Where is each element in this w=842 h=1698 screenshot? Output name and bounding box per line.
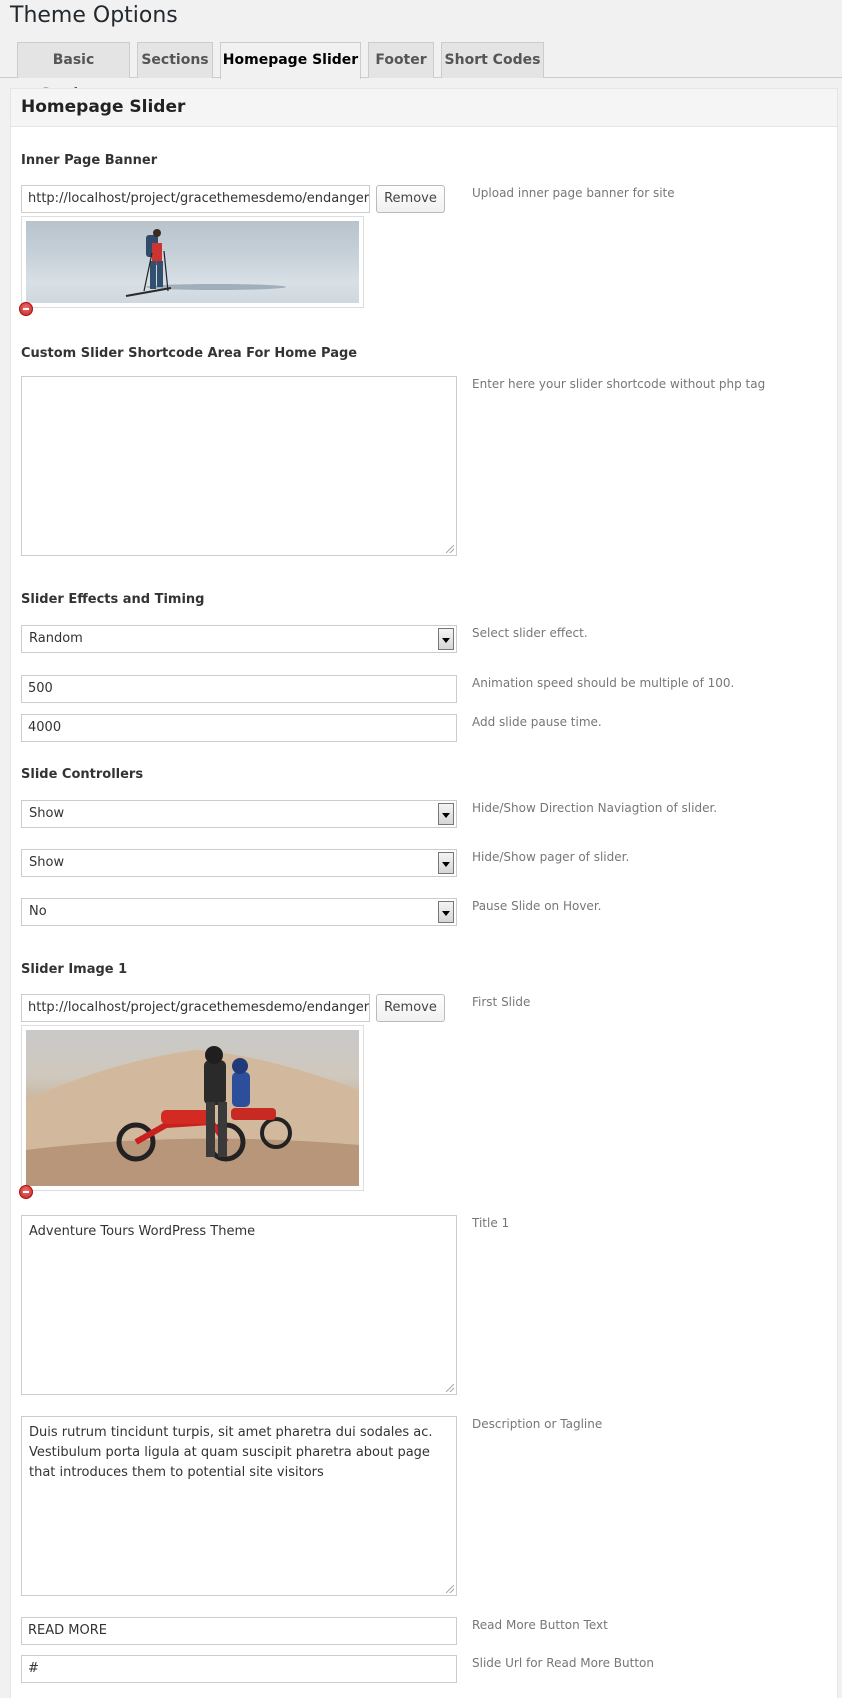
options-panel: Homepage Slider Inner Page Banner http:/… bbox=[10, 88, 838, 1698]
pause-hover-select[interactable]: No bbox=[21, 898, 457, 926]
dirt-bike-image bbox=[26, 1030, 359, 1186]
inner-banner-delete-icon[interactable] bbox=[19, 302, 33, 316]
controllers-heading: Slide Controllers bbox=[21, 767, 144, 782]
direction-nav-desc: Hide/Show Direction Naviagtion of slider… bbox=[472, 801, 718, 815]
slide1-url-input[interactable]: http://localhost/project/gracethemesdemo… bbox=[21, 994, 370, 1022]
resize-handle[interactable] bbox=[446, 1585, 454, 1593]
panel-header: Homepage Slider bbox=[11, 89, 837, 127]
slider-effect-desc: Select slider effect. bbox=[472, 626, 588, 640]
chevron-down-icon bbox=[438, 852, 454, 874]
custom-slider-desc: Enter here your slider shortcode without… bbox=[472, 377, 766, 391]
custom-slider-heading: Custom Slider Shortcode Area For Home Pa… bbox=[21, 346, 358, 361]
slide1-description-text: Duis rutrum tincidunt turpis, sit amet p… bbox=[29, 1425, 433, 1480]
pause-time-desc: Add slide pause time. bbox=[472, 715, 602, 729]
slide1-delete-icon[interactable] bbox=[19, 1185, 33, 1199]
inner-banner-remove-button[interactable]: Remove bbox=[376, 185, 445, 213]
slide1-remove-button[interactable]: Remove bbox=[376, 994, 445, 1022]
slide1-description-textarea[interactable]: Duis rutrum tincidunt turpis, sit amet p… bbox=[21, 1416, 457, 1596]
chevron-down-icon bbox=[438, 628, 454, 650]
pause-time-input[interactable]: 4000 bbox=[21, 714, 457, 742]
slide1-title-desc: Title 1 bbox=[472, 1216, 510, 1230]
inner-banner-heading: Inner Page Banner bbox=[21, 153, 158, 168]
direction-nav-value: Show bbox=[29, 806, 65, 821]
read-more-url-desc: Slide Url for Read More Button bbox=[472, 1656, 655, 1670]
inner-banner-url-input[interactable]: http://localhost/project/gracethemesdemo… bbox=[21, 185, 370, 213]
pager-value: Show bbox=[29, 855, 65, 870]
slide1-desc: First Slide bbox=[472, 995, 531, 1009]
tab-short-codes[interactable]: Short Codes bbox=[441, 42, 544, 78]
slide1-title-textarea[interactable]: Adventure Tours WordPress Theme bbox=[21, 1215, 457, 1395]
slider-effect-value: Random bbox=[29, 631, 83, 646]
pause-hover-value: No bbox=[29, 904, 47, 919]
tab-homepage-slider[interactable]: Homepage Slider bbox=[220, 42, 361, 79]
pager-desc: Hide/Show pager of slider. bbox=[472, 850, 630, 864]
read-more-text-desc: Read More Button Text bbox=[472, 1618, 608, 1632]
tab-sections[interactable]: Sections bbox=[137, 42, 213, 78]
skier-image bbox=[26, 221, 359, 303]
slide1-thumbnail bbox=[21, 1025, 364, 1191]
pager-select[interactable]: Show bbox=[21, 849, 457, 877]
read-more-url-input[interactable]: # bbox=[21, 1655, 457, 1683]
inner-banner-thumbnail bbox=[21, 216, 364, 308]
direction-nav-select[interactable]: Show bbox=[21, 800, 457, 828]
slide1-heading: Slider Image 1 bbox=[21, 962, 128, 977]
resize-handle[interactable] bbox=[446, 1384, 454, 1392]
chevron-down-icon bbox=[438, 901, 454, 923]
slider-effect-select[interactable]: Random bbox=[21, 625, 457, 653]
tab-basic-settings[interactable]: Basic Settings bbox=[17, 42, 130, 102]
chevron-down-icon bbox=[438, 803, 454, 825]
read-more-text-input[interactable]: READ MORE bbox=[21, 1617, 457, 1645]
slide1-description-desc: Description or Tagline bbox=[472, 1417, 603, 1431]
resize-handle[interactable] bbox=[446, 545, 454, 553]
effects-heading: Slider Effects and Timing bbox=[21, 592, 205, 607]
pause-hover-desc: Pause Slide on Hover. bbox=[472, 899, 602, 913]
panel-title: Homepage Slider bbox=[21, 97, 186, 117]
inner-banner-desc: Upload inner page banner for site bbox=[472, 186, 675, 200]
slide1-title-text: Adventure Tours WordPress Theme bbox=[29, 1224, 256, 1239]
animation-speed-input[interactable]: 500 bbox=[21, 675, 457, 703]
tab-footer[interactable]: Footer bbox=[368, 42, 434, 78]
custom-slider-textarea[interactable] bbox=[21, 376, 457, 556]
tab-bar: Basic Settings Sections Homepage Slider … bbox=[0, 42, 842, 102]
page-title: Theme Options bbox=[10, 3, 178, 28]
animation-speed-desc: Animation speed should be multiple of 10… bbox=[472, 676, 735, 690]
